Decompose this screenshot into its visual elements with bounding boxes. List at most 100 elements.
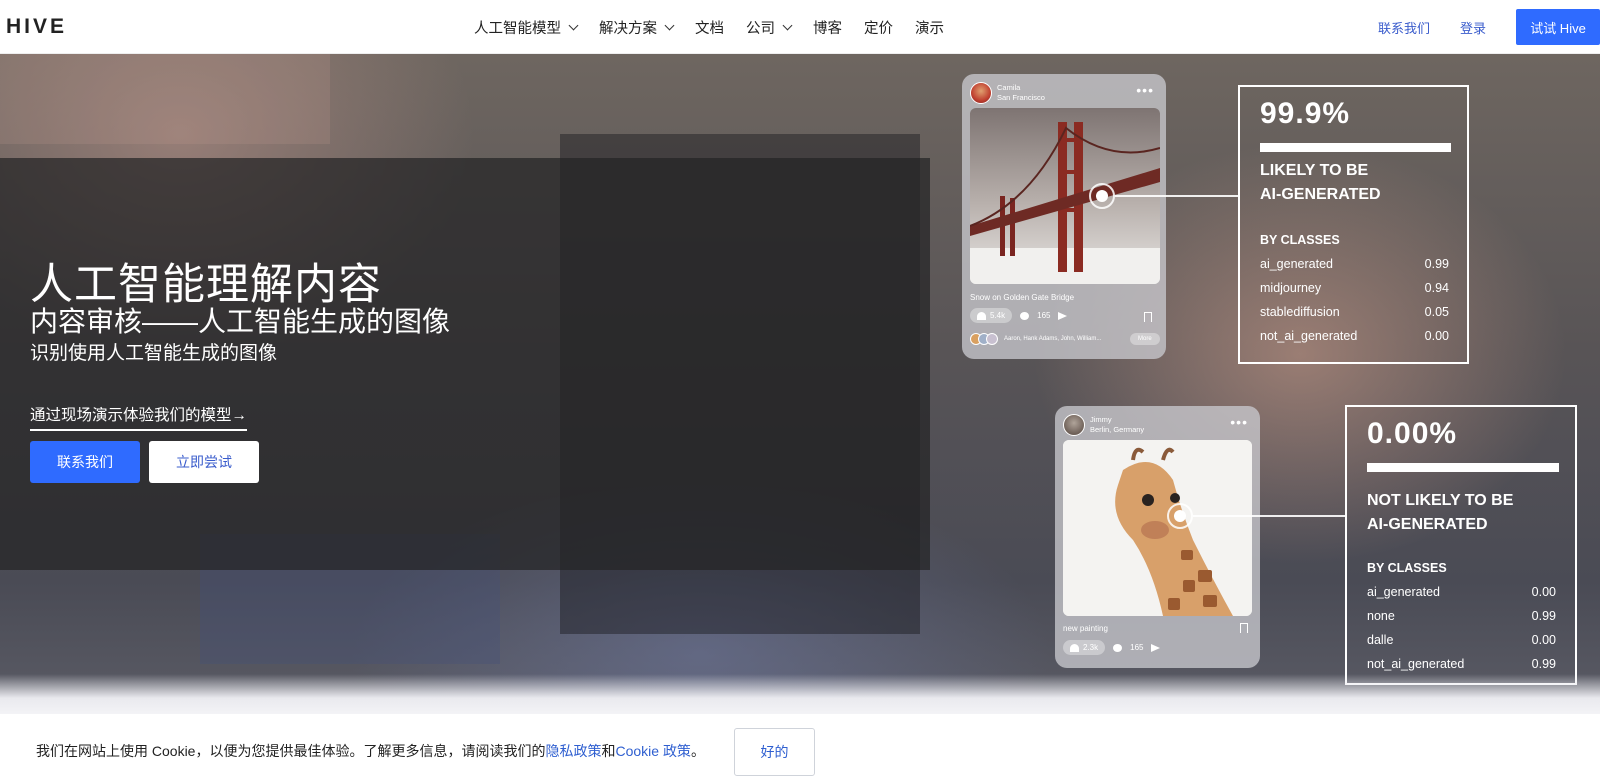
- nav-item-company[interactable]: 公司: [746, 17, 793, 38]
- cookie-and: 和: [601, 743, 616, 759]
- detection-result-ai: 99.9% LIKELY TO BE AI-GENERATED BY CLASS…: [1238, 85, 1469, 364]
- hive-logo[interactable]: HIVE: [6, 15, 67, 39]
- class-name: dalle: [1367, 633, 1394, 647]
- likes-count: 2.3k: [1083, 643, 1099, 652]
- liked-by-names: Aaron, Hank Adams, John, William...: [1004, 336, 1102, 342]
- verdict: LIKELY TO BE AI-GENERATED: [1260, 159, 1381, 207]
- likes-pill[interactable]: 2.3k: [1063, 640, 1106, 655]
- bookmark-icon[interactable]: [1240, 623, 1248, 633]
- post-location: Berlin, Germany: [1090, 425, 1145, 434]
- nav-item-label: 演示: [915, 20, 944, 37]
- more-options-icon[interactable]: •••: [1230, 414, 1248, 430]
- background-blur-shape: [0, 54, 330, 144]
- nav-item-label: 解决方案: [599, 20, 657, 37]
- liked-by: Aaron, Hank Adams, John, William...: [970, 333, 1101, 345]
- class-row: dalle 0.00: [1367, 633, 1556, 647]
- class-name: none: [1367, 609, 1395, 623]
- class-value: 0.00: [1531, 633, 1556, 647]
- cookie-accept-button[interactable]: 好的: [734, 728, 815, 776]
- privacy-policy-link[interactable]: 隐私政策: [545, 743, 601, 759]
- detection-result-not-ai: 0.00% NOT LIKELY TO BE AI-GENERATED BY C…: [1345, 405, 1577, 685]
- verdict-line: AI-GENERATED: [1260, 186, 1381, 203]
- classes-title: BY CLASSES: [1367, 561, 1447, 575]
- nav-item-demo[interactable]: 演示: [915, 17, 944, 38]
- hero-bottom-fade: [0, 674, 1600, 714]
- nav-item-label: 公司: [746, 20, 775, 37]
- connector-line: [1193, 515, 1345, 517]
- detection-point-marker: [1167, 503, 1193, 529]
- class-value: 0.99: [1424, 257, 1449, 271]
- hero-section: 人工智能理解内容 内容审核——人工智能生成的图像 识别使用人工智能生成的图像 通…: [0, 54, 1600, 714]
- share-icon[interactable]: [1058, 311, 1068, 320]
- giraffe-painting-image: [1063, 440, 1252, 616]
- post-user: Camila San Francisco: [997, 83, 1045, 103]
- comments-count: 165: [1130, 643, 1144, 652]
- avatar: [986, 333, 998, 345]
- class-row: stablediffusion 0.05: [1260, 305, 1449, 319]
- cookie-policy-link[interactable]: Cookie 政策: [615, 743, 690, 759]
- class-name: ai_generated: [1260, 257, 1333, 271]
- post-username: Camila: [997, 83, 1021, 92]
- post-stats: 2.3k 165: [1063, 640, 1161, 655]
- chevron-down-icon: [664, 20, 675, 30]
- post-header: Jimmy Berlin, Germany: [1063, 414, 1144, 436]
- class-name: midjourney: [1260, 281, 1322, 295]
- class-row: not_ai_generated 0.00: [1260, 329, 1449, 343]
- ai-score-percent: 0.00%: [1367, 417, 1458, 450]
- class-value: 0.05: [1424, 305, 1449, 319]
- login-link[interactable]: 登录: [1460, 18, 1486, 37]
- nav-item-pricing[interactable]: 定价: [864, 17, 893, 38]
- class-row: none 0.99: [1367, 609, 1556, 623]
- more-options-icon[interactable]: •••: [1136, 82, 1154, 98]
- class-value: 0.99: [1531, 609, 1556, 623]
- bookmark-icon[interactable]: [1144, 312, 1152, 322]
- nav-item-ai-models[interactable]: 人工智能模型: [474, 17, 579, 38]
- verdict-line: AI-GENERATED: [1367, 516, 1488, 533]
- post-header: Camila San Francisco: [970, 82, 1045, 104]
- hero-tagline: 识别使用人工智能生成的图像: [30, 343, 278, 364]
- nav-item-solutions[interactable]: 解决方案: [599, 17, 675, 38]
- nav-item-blog[interactable]: 博客: [813, 17, 842, 38]
- hero-try-now-button[interactable]: 立即尝试: [149, 441, 259, 483]
- try-hive-button[interactable]: 试试 Hive: [1516, 9, 1600, 45]
- post-username: Jimmy: [1090, 415, 1112, 424]
- post-location: San Francisco: [997, 93, 1045, 102]
- class-row: midjourney 0.94: [1260, 281, 1449, 295]
- verdict: NOT LIKELY TO BE AI-GENERATED: [1367, 489, 1513, 537]
- main-menu: 人工智能模型 解决方案 文档 公司 博客 定价 演示: [474, 0, 966, 54]
- post-stats: 5.4k 165: [970, 308, 1068, 323]
- class-value: 0.00: [1424, 329, 1449, 343]
- share-icon[interactable]: [1151, 643, 1161, 652]
- hero-contact-button[interactable]: 联系我们: [30, 441, 140, 483]
- nav-actions: 联系我们 登录 试试 Hive: [1378, 0, 1600, 54]
- class-row: ai_generated 0.00: [1367, 585, 1556, 599]
- more-button[interactable]: More: [1130, 333, 1160, 345]
- contact-us-link[interactable]: 联系我们: [1378, 18, 1430, 37]
- heart-icon: [1070, 643, 1079, 652]
- class-name: not_ai_generated: [1260, 329, 1358, 343]
- post-user: Jimmy Berlin, Germany: [1090, 415, 1144, 435]
- likes-count: 5.4k: [990, 311, 1006, 320]
- post-caption: Snow on Golden Gate Bridge: [970, 293, 1075, 302]
- comments-count: 165: [1037, 311, 1051, 320]
- cookie-text: 我们在网站上使用 Cookie，以便为您提供最佳体验。了解更多信息，请阅读我们的: [36, 743, 546, 759]
- nav-item-label: 定价: [864, 20, 893, 37]
- nav-item-docs[interactable]: 文档: [695, 17, 724, 38]
- ai-score-bar: [1367, 463, 1559, 472]
- live-demo-link[interactable]: 通过现场演示体验我们的模型→: [30, 403, 248, 431]
- class-name: not_ai_generated: [1367, 657, 1465, 671]
- detection-point-marker: [1089, 183, 1115, 209]
- top-nav: HIVE 人工智能模型 解决方案 文档 公司 博客 定价 演示 联系我们 登录 …: [0, 0, 1600, 54]
- social-post-card-bridge: Camila San Francisco ••• Snow on Golden …: [962, 74, 1166, 359]
- ai-score-percent: 99.9%: [1260, 97, 1351, 130]
- comment-icon[interactable]: [1020, 311, 1030, 320]
- chevron-down-icon: [782, 20, 793, 30]
- likes-pill[interactable]: 5.4k: [970, 308, 1013, 323]
- classes-title: BY CLASSES: [1260, 233, 1340, 247]
- class-value: 0.99: [1531, 657, 1556, 671]
- cookie-end: 。: [690, 743, 705, 759]
- post-image-giraffe-painting: [1063, 440, 1252, 616]
- comment-icon[interactable]: [1113, 643, 1123, 652]
- avatar: [970, 82, 992, 104]
- hero-subtitle: 内容审核——人工智能生成的图像: [30, 306, 451, 337]
